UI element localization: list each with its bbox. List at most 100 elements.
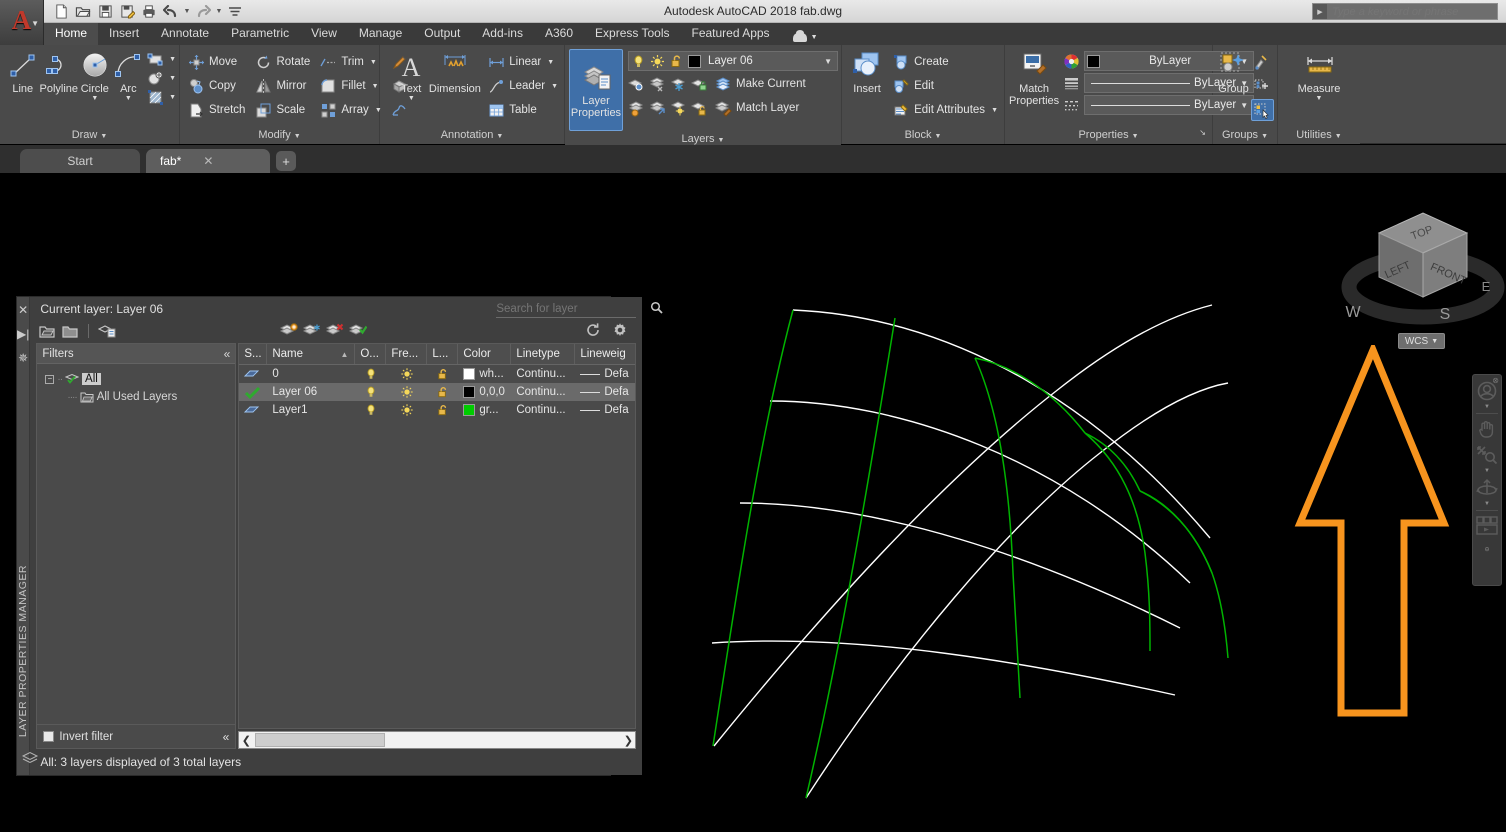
annotation-table-button[interactable]: Table [485, 99, 561, 121]
col-name[interactable]: Name ▲ [267, 344, 356, 364]
panel-properties-title[interactable]: Properties ▼ ↘ [1005, 127, 1212, 144]
lpm-search-input[interactable] [496, 302, 651, 315]
refresh-icon[interactable] [585, 322, 603, 338]
row-lineweight[interactable]: Defa [575, 383, 635, 401]
panel-groups-expand-icon[interactable]: ▼ [1261, 133, 1268, 140]
row-lock[interactable] [427, 383, 458, 401]
draw-line-button[interactable]: Line [6, 49, 40, 95]
color-wheel-icon[interactable] [1063, 53, 1080, 70]
layer-thaw-icon[interactable] [670, 100, 687, 117]
tab-view[interactable]: View [300, 23, 348, 45]
draw-arc-dropdown-icon[interactable]: ▼ [125, 95, 132, 102]
draw-rectangle-button[interactable]: ▼ [147, 51, 176, 68]
draw-arc-button[interactable]: Arc ▼ [112, 49, 146, 102]
modify-fillet-dropdown-icon[interactable]: ▼ [372, 83, 379, 90]
row-color[interactable]: wh... [458, 365, 511, 383]
annotation-linear-button[interactable]: Linear ▼ [485, 51, 561, 73]
row-on[interactable] [355, 365, 386, 383]
layer-control-caret-icon[interactable]: ▼ [824, 57, 835, 66]
row-linetype[interactable]: Continu... [511, 401, 575, 419]
ungroup-button[interactable] [1251, 51, 1274, 73]
row-on[interactable] [355, 401, 386, 419]
layer-thaw-sun-icon[interactable] [650, 54, 665, 69]
modify-trim-dropdown-icon[interactable]: ▼ [370, 59, 377, 66]
modify-copy-button[interactable]: Copy [185, 75, 248, 97]
panel-layers-expand-icon[interactable]: ▼ [718, 137, 725, 144]
doc-tab-fab[interactable]: fab* ✕ [146, 149, 270, 173]
table-row[interactable]: 0 wh... Continu... Defa [239, 365, 635, 383]
annotation-linear-dropdown-icon[interactable]: ▼ [547, 59, 554, 66]
annotation-leader-dropdown-icon[interactable]: ▼ [551, 83, 558, 90]
tab-home[interactable]: Home [44, 23, 99, 45]
orbit-dropdown-icon[interactable]: ▼ [1484, 501, 1490, 508]
layer-off-icon[interactable] [649, 76, 666, 93]
draw-point-dropdown-icon[interactable]: ▼ [169, 75, 176, 82]
pan-icon[interactable] [1474, 416, 1500, 442]
new-property-filter-icon[interactable] [38, 323, 56, 339]
show-motion-icon[interactable] [1474, 513, 1500, 543]
open-icon[interactable] [72, 1, 94, 22]
panel-block-title[interactable]: Block ▼ [842, 127, 1004, 144]
row-status[interactable] [239, 401, 267, 419]
new-layer-icon[interactable] [280, 323, 299, 339]
save-icon[interactable] [94, 1, 116, 22]
table-row[interactable]: Layer 06 0,0,0 Continu... Defa [239, 383, 636, 401]
delete-layer-icon[interactable] [326, 323, 344, 339]
col-status[interactable]: S... [239, 344, 268, 364]
properties-dialog-launcher-icon[interactable]: ↘ [1199, 124, 1206, 141]
application-menu-button[interactable]: A ▼ [0, 0, 44, 45]
layer-properties-button[interactable]: Layer Properties [569, 49, 623, 131]
layer-control-dropdown[interactable]: Layer 06 ▼ [628, 51, 838, 71]
tab-manage[interactable]: Manage [348, 23, 413, 45]
modify-move-button[interactable]: Move [185, 51, 248, 73]
row-lineweight[interactable]: Defa [575, 365, 635, 383]
lpm-properties-icon[interactable]: ✵ [18, 351, 28, 365]
row-freeze[interactable] [386, 365, 427, 383]
measure-dropdown-icon[interactable]: ▼ [1316, 95, 1323, 102]
filter-node-all-used-layers[interactable]: ···· All Used Layers [67, 390, 231, 404]
doc-tab-start[interactable]: Start [20, 149, 140, 173]
redo-dropdown-icon[interactable]: ▼ [214, 8, 224, 15]
set-current-icon[interactable] [349, 323, 368, 339]
plot-icon[interactable] [138, 1, 160, 22]
lineweight-icon[interactable] [1063, 75, 1080, 92]
settings-icon[interactable] [612, 322, 630, 338]
panel-groups-title[interactable]: Groups ▼ [1213, 127, 1277, 144]
search-icon[interactable] [650, 301, 663, 317]
col-color[interactable]: Color [458, 344, 512, 364]
tab-addins[interactable]: Add-ins [471, 23, 534, 45]
new-tab-button[interactable]: + [276, 151, 296, 171]
col-linetype[interactable]: Linetype [511, 344, 576, 364]
block-create-button[interactable]: Create [890, 51, 1001, 73]
tab-express-tools[interactable]: Express Tools [584, 23, 680, 45]
row-on[interactable] [355, 383, 386, 401]
layer-color-swatch[interactable] [688, 54, 701, 68]
tab-annotate[interactable]: Annotate [150, 23, 220, 45]
draw-circle-dropdown-icon[interactable]: ▼ [91, 95, 98, 102]
customize-icon[interactable] [224, 1, 246, 22]
redo-icon[interactable] [192, 1, 214, 22]
cloud-sync-button[interactable]: ▼ [781, 30, 826, 45]
search-input[interactable] [1327, 5, 1497, 18]
row-name[interactable]: 0 [267, 365, 355, 383]
panel-draw-expand-icon[interactable]: ▼ [100, 133, 107, 140]
annotation-leader-button[interactable]: Leader ▼ [485, 75, 561, 97]
col-freeze[interactable]: Fre... [386, 344, 428, 364]
scrollbar-thumb[interactable] [255, 733, 386, 747]
modify-scale-button[interactable]: Scale [252, 99, 313, 121]
draw-circle-button[interactable]: Circle ▼ [78, 49, 112, 102]
scroll-right-icon[interactable]: ❯ [621, 734, 635, 747]
filter-node-all[interactable]: − ·· All [45, 372, 231, 386]
col-lineweight[interactable]: Lineweig [575, 344, 635, 364]
layer-on-icon[interactable] [649, 100, 666, 117]
panel-modify-title[interactable]: Modify ▼ [180, 127, 379, 144]
lpm-autohide-icon[interactable]: ▶| [17, 327, 29, 341]
panel-properties-expand-icon[interactable]: ▼ [1132, 133, 1139, 140]
save-as-icon[interactable] [116, 1, 138, 22]
modify-mirror-button[interactable]: Mirror [252, 75, 313, 97]
group-edit-button[interactable] [1251, 75, 1274, 97]
col-lock[interactable]: L... [427, 344, 459, 364]
draw-point-button[interactable]: ▼ [147, 70, 176, 87]
draw-rectangle-dropdown-icon[interactable]: ▼ [169, 56, 176, 63]
group-button[interactable]: Group [1216, 49, 1251, 95]
